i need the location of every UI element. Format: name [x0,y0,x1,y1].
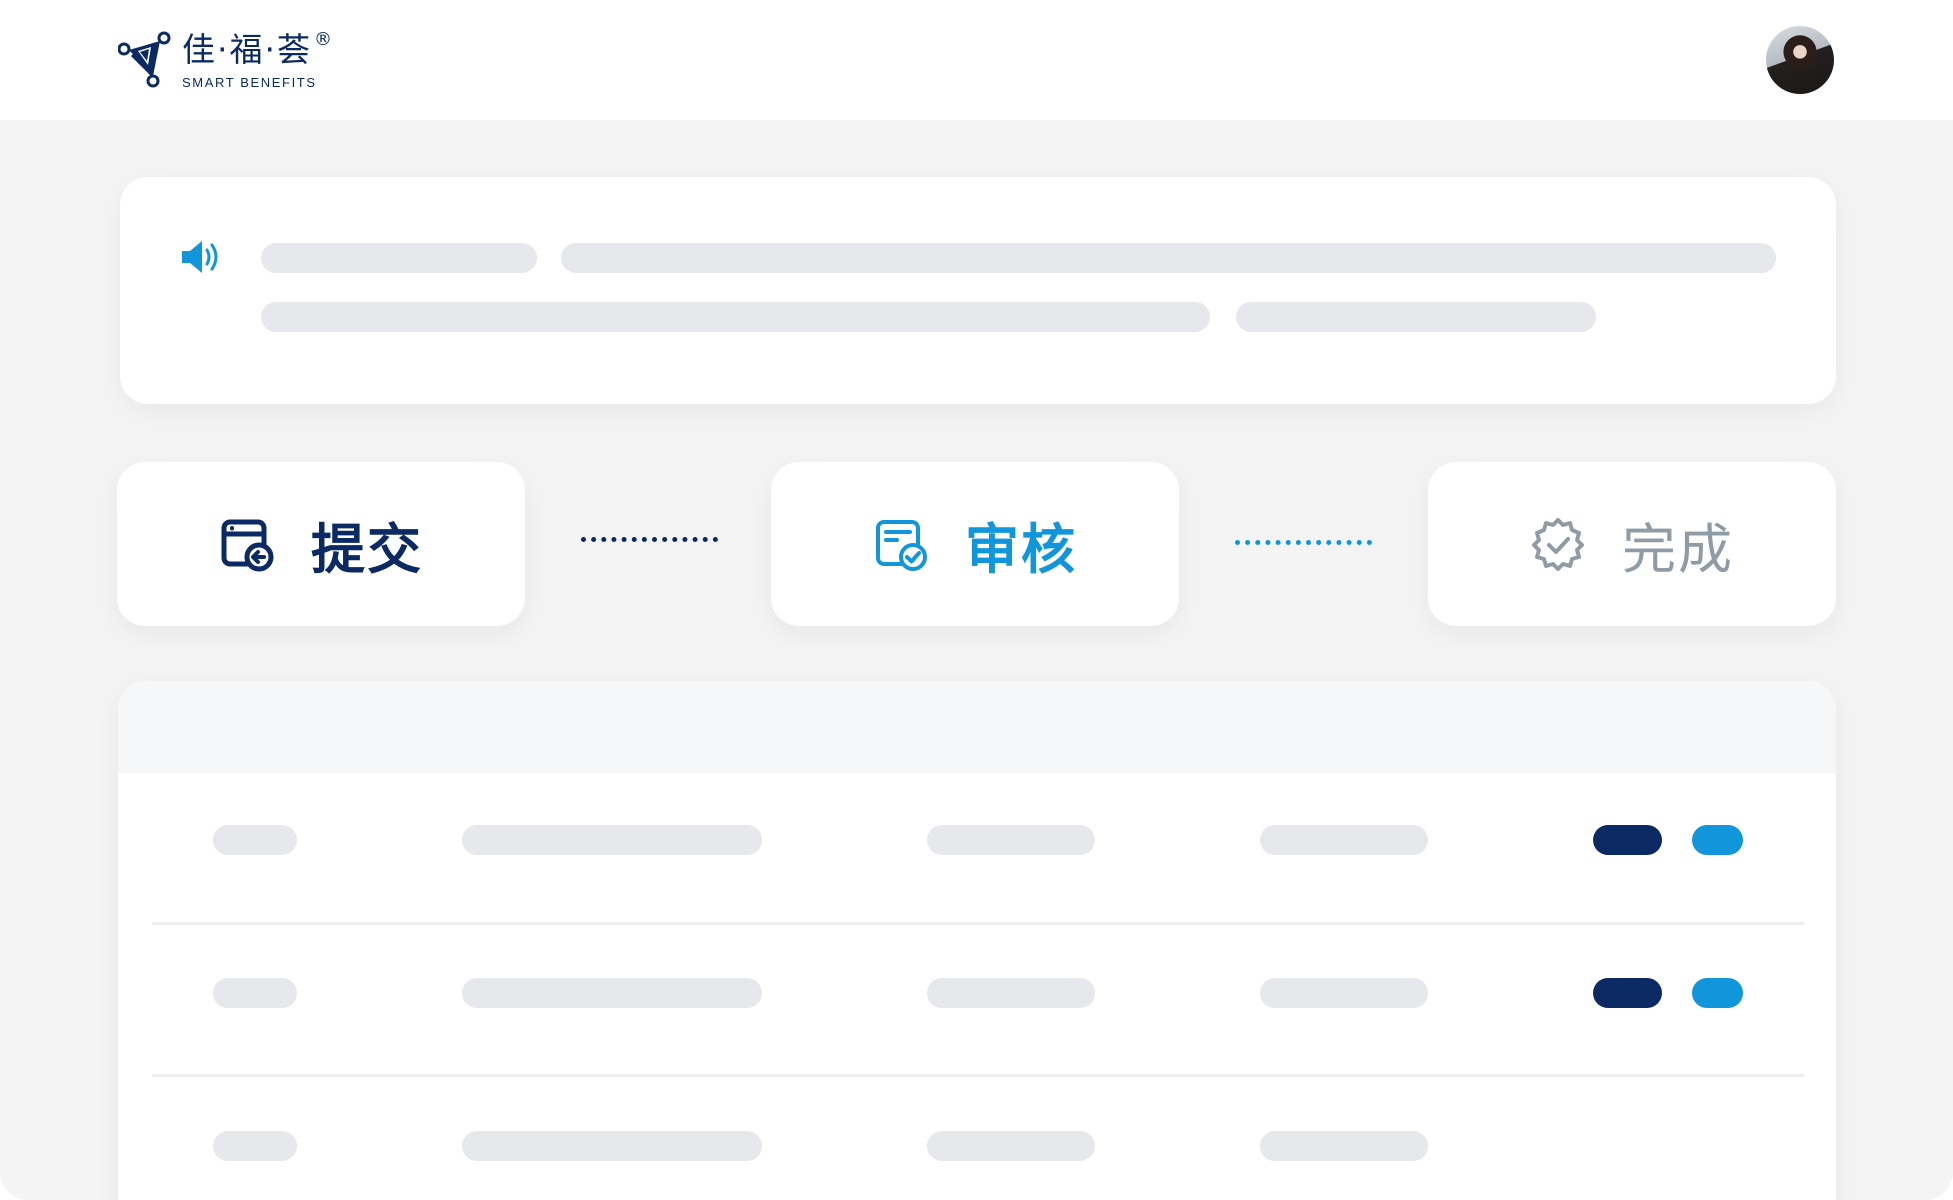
speaker-icon [182,241,218,273]
announcement-card [120,177,1836,404]
logo-chinese: 佳·福·荟 [182,29,312,69]
announcement-line-placeholder [1236,302,1596,332]
row-action-primary-button[interactable] [1593,825,1662,855]
logo-mark-icon [118,31,171,88]
top-bar: 佳·福·荟 ® SMART BENEFITS [0,0,1953,120]
row-action-primary-button[interactable] [1593,978,1662,1008]
row-action-secondary-button[interactable] [1692,978,1743,1008]
step-review[interactable]: 审核 [771,462,1179,626]
table-row[interactable] [118,1079,1836,1200]
row-divider [152,922,1804,925]
cell-placeholder [462,1131,762,1161]
registered-mark: ® [313,28,334,50]
cell-placeholder [213,978,297,1008]
step-connector [581,537,718,542]
review-document-icon [876,520,927,571]
logo-text: 佳·福·荟 ® SMART BENEFITS [182,28,334,90]
app-frame: 佳·福·荟 ® SMART BENEFITS 提交 审核 完成 [0,0,1953,1200]
table-row[interactable] [118,926,1836,1079]
cell-placeholder [213,1131,297,1161]
announcement-line-placeholder [261,243,537,273]
announcement-line-placeholder [261,302,1210,332]
step-complete[interactable]: 完成 [1428,462,1836,626]
cell-placeholder [927,825,1095,855]
step-label: 完成 [1622,517,1734,581]
cell-placeholder [927,978,1095,1008]
cell-placeholder [1260,1131,1428,1161]
table-row[interactable] [118,773,1836,926]
row-divider [152,1074,1804,1077]
row-action-secondary-button[interactable] [1692,825,1743,855]
cell-placeholder [213,825,297,855]
cell-placeholder [462,978,762,1008]
announcement-line-placeholder [561,243,1776,273]
complete-badge-icon [1532,518,1584,571]
step-label: 审核 [965,517,1077,581]
cell-placeholder [1260,825,1428,855]
cell-placeholder [462,825,762,855]
logo-english: SMART BENEFITS [182,74,317,90]
cell-placeholder [1260,978,1428,1008]
data-table [118,681,1836,1200]
user-avatar[interactable] [1766,26,1834,94]
step-submit[interactable]: 提交 [117,462,525,626]
table-header [118,681,1836,773]
cell-placeholder [927,1131,1095,1161]
step-label: 提交 [311,517,423,581]
submit-document-icon [221,519,274,572]
step-connector [1235,540,1372,545]
brand-logo[interactable]: 佳·福·荟 ® SMART BENEFITS [118,28,334,90]
